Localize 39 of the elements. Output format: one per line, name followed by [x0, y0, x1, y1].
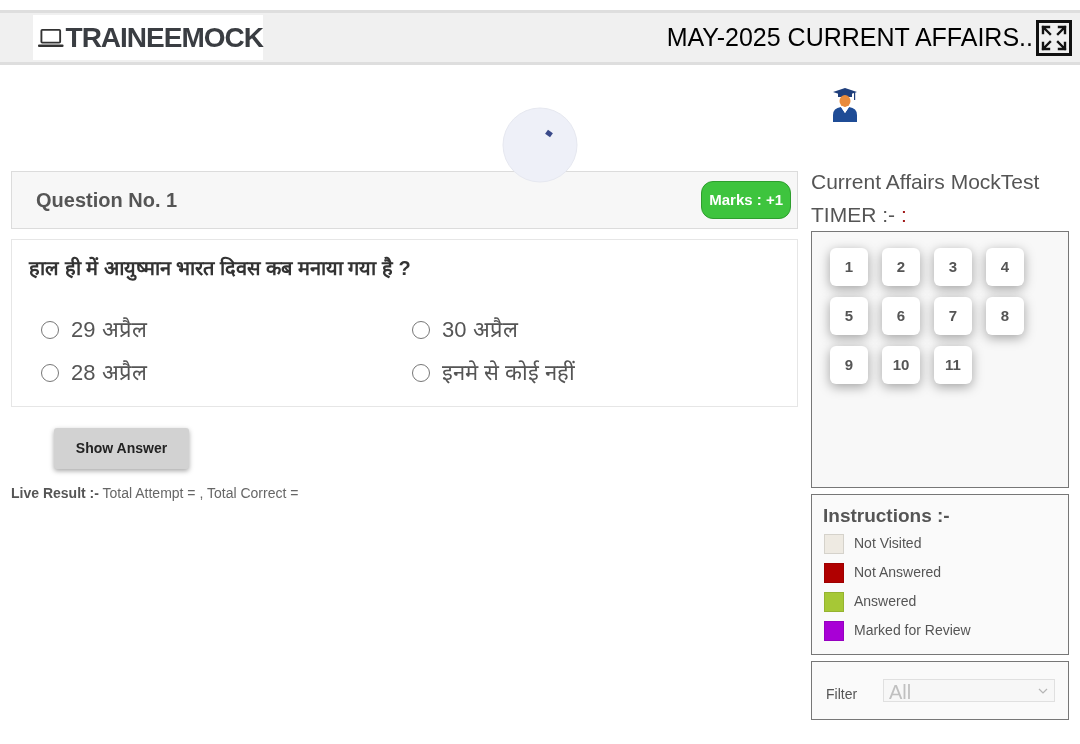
timer-label: TIMER :- — [811, 202, 895, 228]
radio-button[interactable] — [412, 363, 430, 382]
instructions-title: Instructions :- — [823, 504, 950, 528]
question-number-button[interactable]: 8 — [986, 297, 1024, 335]
radio-button[interactable] — [41, 320, 59, 339]
question-number: Question No. 1 — [36, 188, 178, 213]
question-number-button[interactable]: 2 — [882, 248, 920, 286]
option-label[interactable]: 28 अप्रैल — [71, 356, 147, 389]
show-answer-button[interactable]: Show Answer — [54, 428, 189, 469]
legend-label: Not Answered — [854, 563, 942, 582]
legend-label: Answered — [854, 592, 917, 611]
question-number-button[interactable]: 6 — [882, 297, 920, 335]
question-text: हाल ही में आयुष्मान भारत दिवस कब मनाया गया है ? — [29, 255, 411, 282]
test-name: Current Affairs MockTest — [811, 169, 1040, 195]
live-result-text: Live Result :- Total Attempt = , Total Correct = — [11, 484, 299, 503]
radio-button[interactable] — [41, 363, 59, 382]
radio-button[interactable] — [412, 320, 430, 339]
question-number-button[interactable]: 9 — [830, 346, 868, 384]
legend-label: Not Visited — [854, 534, 922, 553]
question-number-button[interactable]: 10 — [882, 346, 920, 384]
question-number-button[interactable]: 5 — [830, 297, 868, 335]
option-label[interactable]: इनमे से कोई नहीं — [442, 356, 576, 389]
timer-value: : — [901, 202, 907, 228]
fullscreen-icon[interactable] — [1036, 19, 1072, 56]
question-number-button[interactable]: 3 — [934, 248, 972, 286]
test-title: MAY-2025 CURRENT AFFAIRS.. — [666, 25, 1033, 50]
brand-name: TRAINEEMOCK — [65, 23, 263, 52]
laptop-icon — [38, 26, 64, 49]
question-number-button[interactable]: 1 — [830, 248, 868, 286]
option-label[interactable]: 30 अप्रैल — [442, 313, 518, 346]
graduate-avatar-icon — [832, 88, 858, 122]
question-number-button[interactable]: 11 — [934, 346, 972, 384]
legend-label: Marked for Review — [854, 621, 971, 640]
chevron-down-icon — [1038, 687, 1048, 694]
marks-badge: Marks : +1 — [701, 181, 791, 219]
question-number-button[interactable]: 7 — [934, 297, 972, 335]
filter-label: Filter — [826, 684, 859, 704]
question-number-button[interactable]: 4 — [986, 248, 1024, 286]
option-label[interactable]: 29 अप्रैल — [71, 313, 147, 346]
